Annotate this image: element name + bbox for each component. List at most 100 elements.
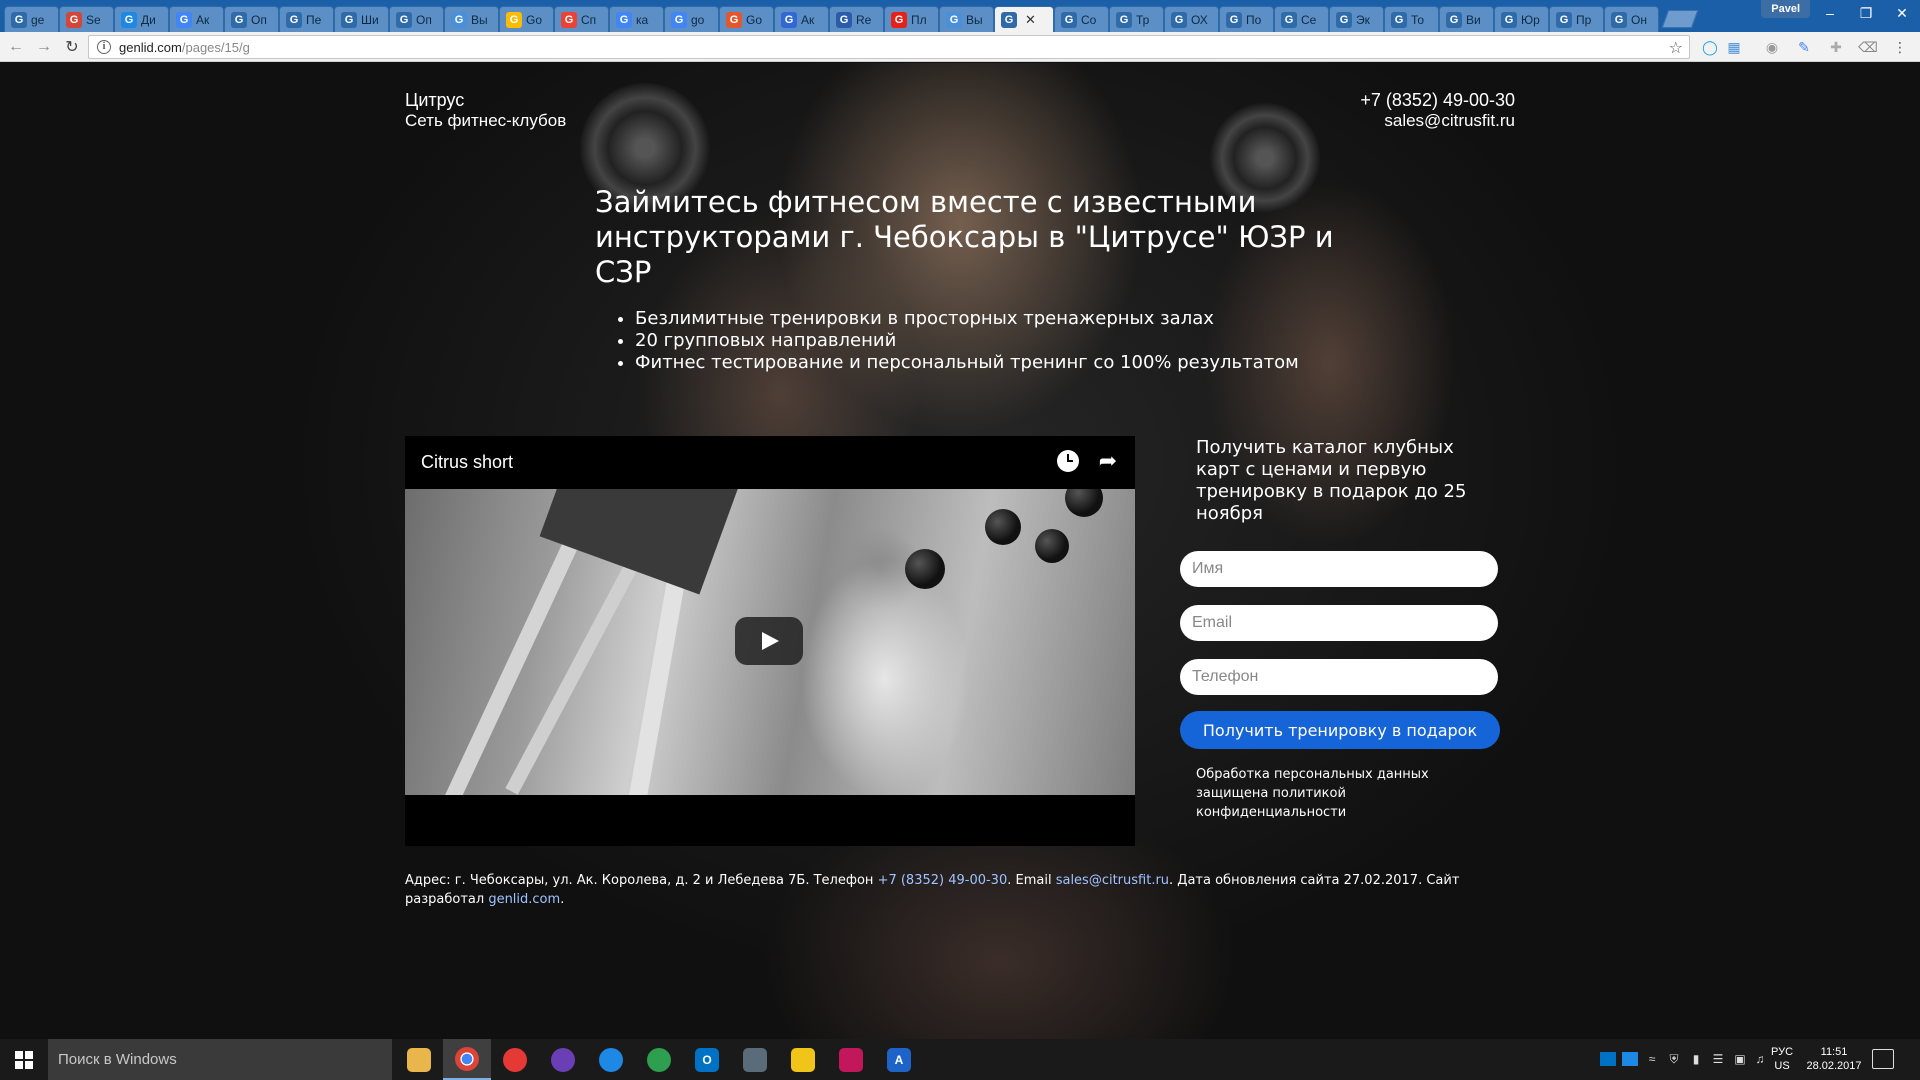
brand-subtitle: Сеть фитнес-клубов [405,111,567,130]
taskbar-app-filemanager[interactable] [779,1039,827,1080]
watch-later-icon[interactable] [1057,450,1079,472]
tab[interactable]: G Re [829,6,884,32]
tray-wifi-icon[interactable]: ☰ [1710,1052,1726,1066]
header-email[interactable]: sales@citrusfit.ru [1384,111,1515,131]
tab[interactable]: G Юр [1494,6,1549,32]
tab[interactable]: G По [1219,6,1274,32]
tray-shield-icon[interactable]: ⛨ [1666,1052,1682,1066]
taskbar-app-tools[interactable] [731,1039,779,1080]
name-input[interactable]: Имя [1180,551,1498,587]
tab-label: Re [856,12,872,27]
tab[interactable]: G Оп [224,6,279,32]
tab[interactable]: Gge [4,6,59,32]
tab-active[interactable]: G ✕ [994,6,1054,32]
tab[interactable]: G Эк [1329,6,1384,32]
tab[interactable]: G Тр [1109,6,1164,32]
gmail-icon: G [66,11,82,28]
tab[interactable]: Gка [609,6,664,32]
share-icon[interactable]: ➦ [1099,448,1117,474]
tab[interactable]: G ОХ [1164,6,1219,32]
minimize-icon[interactable]: – [1812,0,1848,26]
tab-label: Со [1081,12,1097,27]
tray-network-icon[interactable]: ≈ [1644,1052,1660,1066]
video-title[interactable]: Citrus short [421,452,513,473]
taskbar-app-edge[interactable] [587,1039,635,1080]
tab-extension-icon[interactable]: ▦ [1724,37,1744,57]
tray-skype-icon[interactable] [1622,1052,1638,1066]
action-center-icon[interactable] [1872,1049,1894,1069]
translate-extension-icon[interactable]: ✎ [1794,37,1814,57]
taskbar-search[interactable]: Поиск в Windows [48,1039,392,1080]
submit-button[interactable]: Получить тренировку в подарок [1180,711,1500,749]
tab[interactable]: G Оп [389,6,444,32]
forward-icon[interactable]: → [30,35,58,59]
tab[interactable]: G Вы [939,6,994,32]
genlid-g-icon: G [1391,11,1407,28]
footer-phone-link[interactable]: +7 (8352) 49-00-30 [878,873,1008,888]
tab-label: Эк [1356,12,1370,27]
info-icon[interactable]: i [97,40,111,54]
chat-icon: G [451,11,467,28]
taskbar-app-adwords[interactable]: A [875,1039,923,1080]
taskbar-app-xbox[interactable] [635,1039,683,1080]
tray-battery-icon[interactable]: ▮ [1688,1052,1704,1066]
calendar-icon [839,1047,863,1072]
tab[interactable]: G Se [59,6,114,32]
puzzle-extension-icon[interactable]: ✚ [1826,37,1846,57]
tab[interactable]: G Ди [114,6,169,32]
h-extension-icon[interactable]: ⌫ [1858,37,1878,57]
tab[interactable]: G Сп [554,6,609,32]
address-bar[interactable]: i genlid.com/pages/15/g ☆ [88,35,1690,59]
taskbar-app-cat[interactable] [539,1039,587,1080]
tab[interactable]: G Go [719,6,774,32]
footer-email-link[interactable]: sales@citrusfit.ru [1056,873,1169,888]
email-input[interactable]: Email [1180,605,1498,641]
taskbar-chrome[interactable] [443,1039,491,1080]
taskbar-explorer[interactable] [395,1039,443,1080]
tab[interactable]: G Ак [774,6,829,32]
tab[interactable]: G Пр [1549,6,1604,32]
tab[interactable]: G Ак [169,6,224,32]
new-tab-button[interactable] [1661,10,1699,28]
benefit-item: Безлимитные тренировки в просторных трен… [635,308,1395,330]
tab[interactable]: G Со [1054,6,1109,32]
reload-icon[interactable]: ↻ [58,35,86,59]
back-icon[interactable]: ← [2,35,30,59]
taskbar-app-outlook[interactable]: O [683,1039,731,1080]
menu-icon[interactable]: ⋮ [1890,37,1910,57]
tab[interactable]: Ggo [664,6,719,32]
close-tab-icon[interactable]: ✕ [1025,12,1036,28]
thumbnail-machine-part [539,489,741,595]
restore-icon[interactable]: ❐ [1848,0,1884,26]
chat-icon: G [946,11,962,28]
taskbar-app-calendar[interactable] [827,1039,875,1080]
video-thumbnail[interactable] [405,489,1135,795]
tray-volume-icon[interactable]: ♫ [1752,1052,1768,1066]
taskbar-clock[interactable]: 11:51 28.02.2017 [1806,1045,1862,1073]
skype-extension-icon[interactable]: ◯ [1700,37,1720,57]
footer-developer-link[interactable]: genlid.com [488,892,560,907]
tab[interactable]: G То [1384,6,1439,32]
tab[interactable]: G Ви [1439,6,1494,32]
start-button[interactable] [0,1039,48,1080]
tab-label: ge [31,12,45,27]
tab[interactable]: G Пе [279,6,334,32]
record-extension-icon[interactable]: ◉ [1762,37,1782,57]
bookmark-star-icon[interactable]: ☆ [1669,38,1683,58]
tab[interactable]: G Се [1274,6,1329,32]
tab[interactable]: G Вы [444,6,499,32]
tab[interactable]: G Он [1604,6,1659,32]
tab[interactable]: G Ши [334,6,389,32]
phone-input[interactable]: Телефон [1180,659,1498,695]
taskbar-app-record[interactable] [491,1039,539,1080]
tab[interactable]: G Go [499,6,554,32]
header-phone[interactable]: +7 (8352) 49-00-30 [1360,90,1515,111]
tray-display-icon[interactable]: ▣ [1732,1052,1748,1066]
video-player[interactable]: Citrus short ➦ [405,436,1135,846]
profile-button[interactable]: Pavel [1761,0,1810,18]
tray-outlook-icon[interactable] [1600,1052,1616,1066]
close-window-icon[interactable]: ✕ [1884,0,1920,26]
language-indicator[interactable]: РУС US [1771,1045,1793,1073]
tab[interactable]: G Пл [884,6,939,32]
play-button[interactable] [735,617,803,665]
